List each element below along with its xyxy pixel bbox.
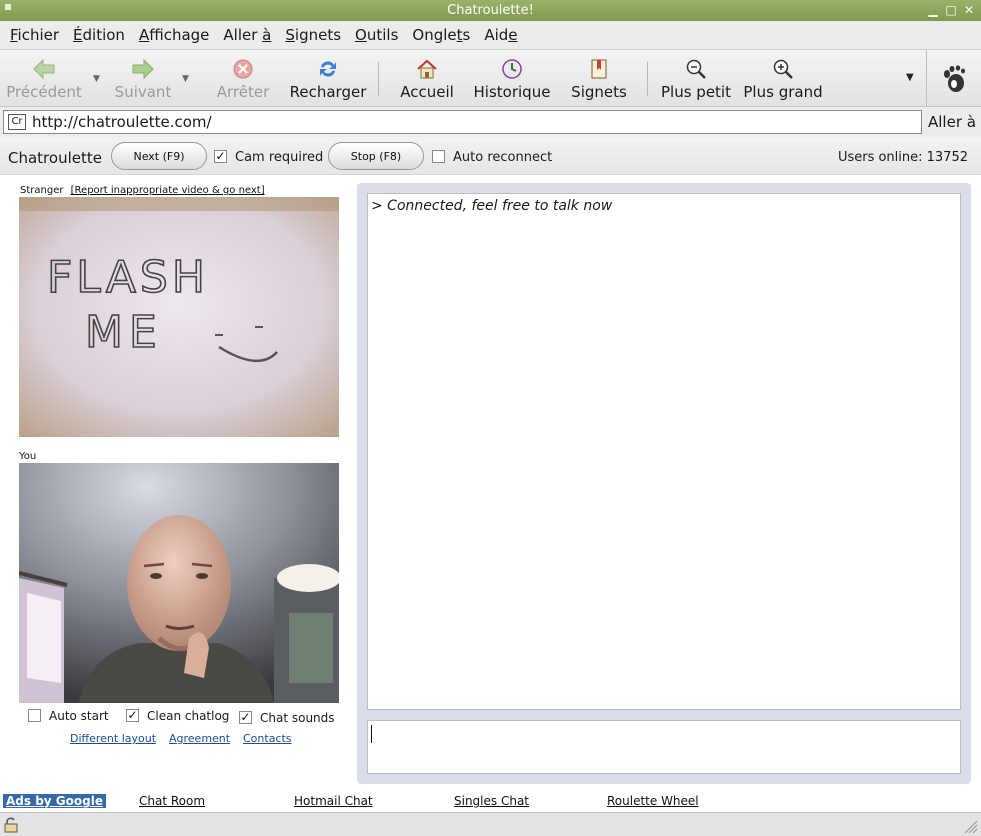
menu-aller-a[interactable]: Aller à <box>223 26 271 44</box>
ad-link-hotmail-chat[interactable]: Hotmail Chat <box>294 794 373 808</box>
maximize-icon[interactable]: □ <box>945 2 957 18</box>
stop-icon <box>233 59 253 79</box>
auto-start-checkbox[interactable] <box>28 709 41 722</box>
gnome-foot-icon <box>944 64 965 92</box>
resize-grip-icon[interactable] <box>962 818 978 834</box>
auto-reconnect-label: Auto reconnect <box>453 150 553 165</box>
different-layout-link[interactable]: Different layout <box>70 732 156 745</box>
chat-sounds-label: Chat sounds <box>260 711 335 725</box>
menu-onglets[interactable]: Onglets <box>412 26 470 44</box>
menu-outils[interactable]: Outils <box>355 26 398 44</box>
forward-button[interactable]: Suivant <box>112 56 174 101</box>
zoom-out-icon <box>686 59 706 79</box>
toolbar-separator <box>647 62 648 96</box>
bookmarks-icon <box>591 59 607 79</box>
window-titlebar: Chatroulette! ▁ □ ✕ <box>0 0 981 21</box>
arrow-left-icon <box>33 58 55 80</box>
next-button[interactable]: Next (F9) <box>111 142 207 170</box>
history-button[interactable]: Historique <box>472 56 552 101</box>
sign-text-line1: FLASH <box>47 252 209 303</box>
text-caret <box>371 725 372 743</box>
url-text: http://chatroulette.com/ <box>32 113 212 131</box>
status-bar <box>0 812 981 836</box>
you-caption: You <box>19 451 37 462</box>
menu-signets[interactable]: Signets <box>285 26 341 44</box>
toolbar-overflow-icon[interactable]: ▼ <box>906 72 914 83</box>
ad-link-singles-chat[interactable]: Singles Chat <box>454 794 529 808</box>
reload-icon <box>320 61 336 77</box>
close-icon[interactable]: ✕ <box>963 2 975 18</box>
zoom-in-icon <box>773 59 793 79</box>
clean-chatlog-checkbox[interactable]: ✓ <box>126 709 139 722</box>
history-icon <box>502 59 522 79</box>
web-page: Chatroulette Next (F9) ✓ Cam required St… <box>0 137 981 812</box>
home-button[interactable]: Accueil <box>398 56 456 101</box>
clean-chatlog-label: Clean chatlog <box>147 709 230 723</box>
toolbar-separator <box>378 62 379 96</box>
site-favicon: Cr <box>8 114 26 130</box>
menu-bar: Fichier Édition Affichage Aller à Signet… <box>0 21 981 49</box>
home-icon <box>417 59 437 79</box>
your-video-frame <box>19 463 339 703</box>
lock-icon[interactable] <box>3 817 19 833</box>
chat-input[interactable] <box>367 720 961 774</box>
users-online-count: Users online: 13752 <box>837 150 968 165</box>
cam-required-label: Cam required <box>235 150 324 165</box>
navigation-toolbar: Précédent ▼ Suivant ▼ Arrêter Recharger … <box>0 49 981 107</box>
zoom-out-button[interactable]: Plus petit <box>660 56 732 101</box>
chat-message: > Connected, feel free to talk now <box>371 198 613 214</box>
ad-link-roulette-wheel[interactable]: Roulette Wheel <box>607 794 699 808</box>
address-bar: Cr http://chatroulette.com/ Aller à <box>0 107 981 137</box>
stranger-caption: Stranger [Report inappropriate video & g… <box>20 185 265 196</box>
arrow-right-icon <box>132 58 154 80</box>
ads-by-google-link[interactable]: Ads by Google <box>3 794 106 808</box>
zoom-in-button[interactable]: Plus grand <box>742 56 824 101</box>
auto-start-label: Auto start <box>49 709 109 723</box>
report-video-link[interactable]: [Report inappropriate video & go next] <box>71 185 265 196</box>
agreement-link[interactable]: Agreement <box>169 732 230 745</box>
stranger-video-frame: FLASH ME <box>19 197 339 437</box>
back-history-dropdown[interactable]: ▼ <box>93 74 100 84</box>
menu-affichage[interactable]: Affichage <box>139 26 209 44</box>
window-controls: ▁ □ ✕ <box>927 2 975 18</box>
minimize-icon[interactable]: ▁ <box>927 2 939 18</box>
chat-sounds-checkbox[interactable]: ✓ <box>239 711 252 724</box>
menu-fichier[interactable]: Fichier <box>10 26 59 44</box>
go-button[interactable]: Aller à <box>928 113 976 131</box>
gnome-throbber <box>926 50 981 107</box>
back-button[interactable]: Précédent <box>6 56 82 101</box>
stop-chat-button[interactable]: Stop (F8) <box>328 142 424 170</box>
ad-link-chat-room[interactable]: Chat Room <box>139 794 205 808</box>
site-title: Chatroulette <box>8 149 102 167</box>
url-input[interactable]: Cr http://chatroulette.com/ <box>3 110 922 134</box>
chatroulette-control-bar: Chatroulette Next (F9) ✓ Cam required St… <box>0 137 981 175</box>
bookmarks-button[interactable]: Signets <box>568 56 630 101</box>
chat-log: > Connected, feel free to talk now <box>367 193 961 710</box>
menu-aide[interactable]: Aide <box>484 26 517 44</box>
forward-history-dropdown[interactable]: ▼ <box>182 74 189 84</box>
menu-edition[interactable]: Édition <box>73 26 125 44</box>
stranger-video: FLASH ME <box>19 197 339 437</box>
contacts-link[interactable]: Contacts <box>243 732 292 745</box>
window-title: Chatroulette! <box>447 3 534 18</box>
your-video <box>19 463 339 703</box>
cam-required-checkbox[interactable]: ✓ <box>214 150 227 163</box>
auto-reconnect-checkbox[interactable] <box>432 150 445 163</box>
sign-text-line2: ME <box>85 307 163 358</box>
stranger-label: Stranger <box>20 185 64 196</box>
reload-button[interactable]: Recharger <box>289 56 367 101</box>
chat-panel: > Connected, feel free to talk now <box>357 183 971 784</box>
window-menu-icon[interactable] <box>5 4 11 10</box>
ads-row: Ads by Google Chat Room Hotmail Chat Sin… <box>0 792 981 810</box>
stop-button[interactable]: Arrêter <box>212 56 274 101</box>
